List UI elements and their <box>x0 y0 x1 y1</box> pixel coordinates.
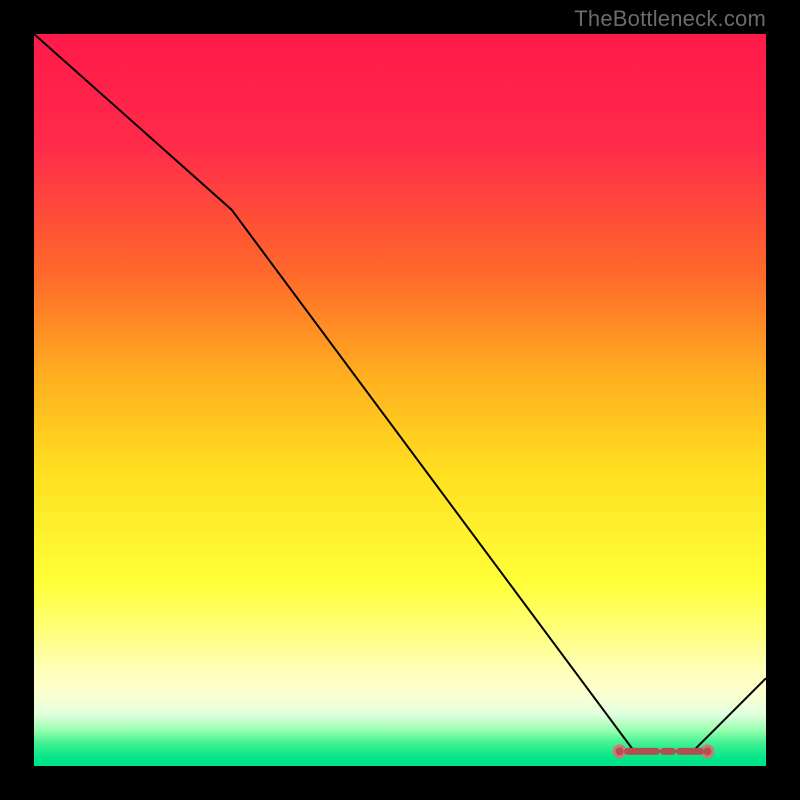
chart-line <box>34 34 766 751</box>
chart-frame: TheBottleneck.com <box>0 0 800 800</box>
plot-area <box>34 34 766 766</box>
attribution-text: TheBottleneck.com <box>574 6 766 32</box>
marker-dot <box>614 746 625 757</box>
chart-svg <box>34 34 766 766</box>
optimal-zone-markers <box>614 746 713 757</box>
